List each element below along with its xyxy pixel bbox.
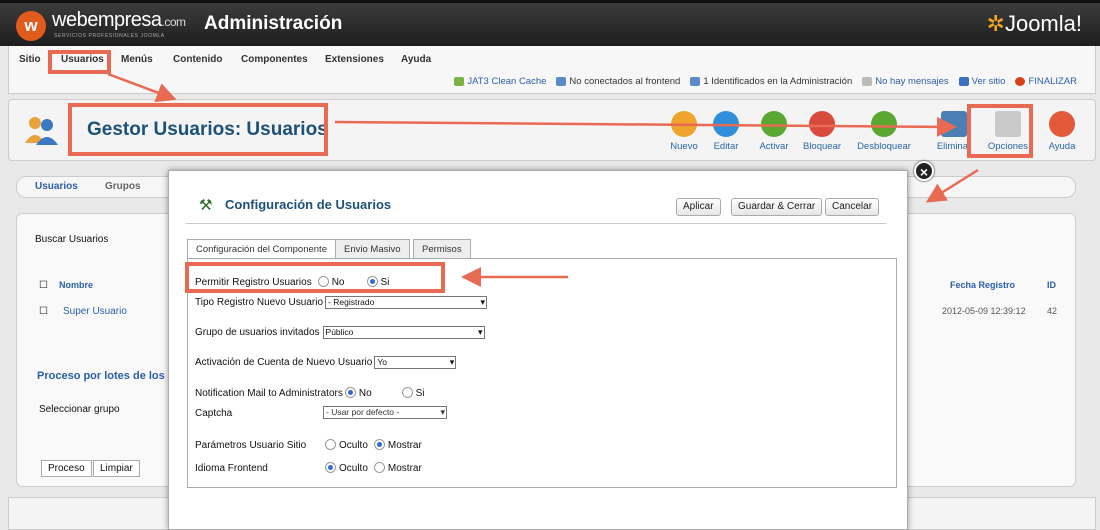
arrow-options-to-modal — [925, 168, 979, 203]
annotation-arrows — [107, 72, 979, 287]
arrow-menu-to-title — [107, 72, 177, 103]
arrow-title-to-options — [334, 116, 957, 137]
